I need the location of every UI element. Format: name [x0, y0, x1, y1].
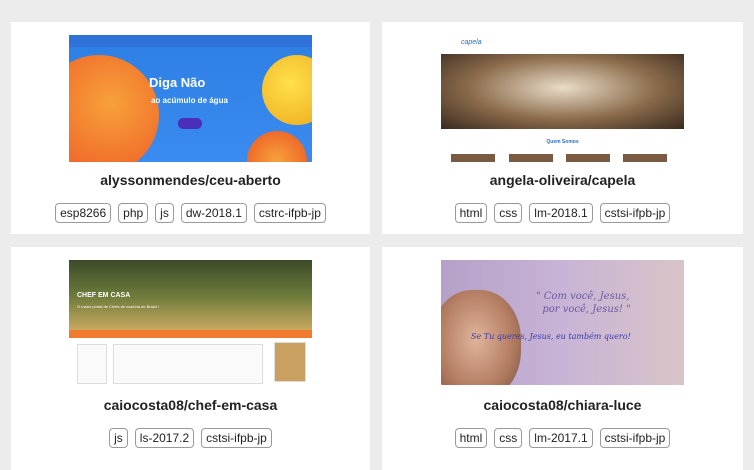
tag[interactable]: cstsi-ifpb-jp — [599, 428, 671, 448]
project-thumbnail[interactable]: Diga Não ao acúmulo de água — [69, 35, 312, 162]
thumb-button — [178, 118, 202, 129]
tag[interactable]: cstrc-ifpb-jp — [253, 203, 326, 223]
thumb-panel — [77, 344, 107, 384]
tag[interactable]: php — [118, 203, 149, 223]
tag[interactable]: cstsi-ifpb-jp — [201, 428, 272, 448]
tag[interactable]: lm-2017.1 — [529, 428, 593, 448]
tag[interactable]: js — [109, 428, 128, 448]
thumb-panel — [113, 344, 263, 384]
tag-list: esp8266 php js dw-2018.1 cstrc-ifpb-jp — [11, 203, 370, 223]
project-card[interactable]: capela Quem Somos angela-oliveira/capela… — [382, 22, 743, 234]
thumb-quote: " Com você, Jesus, por você, Jesus! " — [536, 291, 631, 315]
thumb-headline: Diga Não — [149, 75, 206, 90]
thumb-section-title: Quem Somos — [546, 139, 579, 145]
tag[interactable]: css — [494, 203, 523, 223]
project-card[interactable]: " Com você, Jesus, por você, Jesus! " Se… — [382, 247, 743, 470]
tag-list: html css lm-2018.1 cstsi-ifpb-jp — [382, 203, 743, 223]
tag[interactable]: esp8266 — [55, 203, 112, 223]
tag[interactable]: ls-2017.2 — [134, 428, 195, 448]
project-title[interactable]: caiocosta08/chef-em-casa — [11, 397, 370, 413]
project-title[interactable]: angela-oliveira/capela — [382, 172, 743, 188]
tag-list: js ls-2017.2 cstsi-ifpb-jp — [11, 428, 370, 448]
tag[interactable]: js — [155, 203, 174, 223]
project-thumbnail[interactable]: CHEF EM CASA O maior portal de Chefs de … — [69, 260, 312, 385]
thumb-subline: ao acúmulo de água — [151, 96, 228, 105]
thumb-subline: O maior portal de Chefs de cozinha do Br… — [77, 304, 159, 309]
thumb-headline: CHEF EM CASA — [77, 292, 131, 299]
thumb-navbar — [69, 35, 312, 47]
project-card[interactable]: CHEF EM CASA O maior portal de Chefs de … — [11, 247, 370, 470]
tag[interactable]: html — [454, 203, 488, 223]
tag[interactable]: lm-2018.1 — [529, 203, 593, 223]
thumb-decoration — [262, 55, 312, 125]
thumb-decoration — [69, 55, 159, 162]
thumb-decoration — [247, 131, 307, 162]
thumb-photo — [451, 154, 495, 162]
tag-list: html css lm-2017.1 cstsi-ifpb-jp — [382, 428, 743, 448]
project-card[interactable]: Diga Não ao acúmulo de água alyssonmende… — [11, 22, 370, 234]
thumb-photo — [623, 154, 667, 162]
project-title[interactable]: caiocosta08/chiara-luce — [382, 397, 743, 413]
project-title[interactable]: alyssonmendes/ceu-aberto — [11, 172, 370, 188]
thumb-quote: Se Tu queres, Jesus, eu também quero! — [471, 332, 631, 341]
tag[interactable]: css — [494, 428, 523, 448]
thumb-navbar — [69, 330, 312, 338]
tag[interactable]: html — [454, 428, 488, 448]
tag[interactable]: dw-2018.1 — [180, 203, 247, 223]
thumb-photo — [566, 154, 610, 162]
thumb-hero-image — [441, 54, 684, 129]
tag[interactable]: cstsi-ifpb-jp — [599, 203, 671, 223]
project-thumbnail[interactable]: capela Quem Somos — [441, 35, 684, 162]
project-thumbnail[interactable]: " Com você, Jesus, por você, Jesus! " Se… — [441, 260, 684, 385]
thumb-panel — [274, 342, 306, 382]
thumb-photo — [509, 154, 553, 162]
thumb-logo: capela — [461, 39, 482, 46]
